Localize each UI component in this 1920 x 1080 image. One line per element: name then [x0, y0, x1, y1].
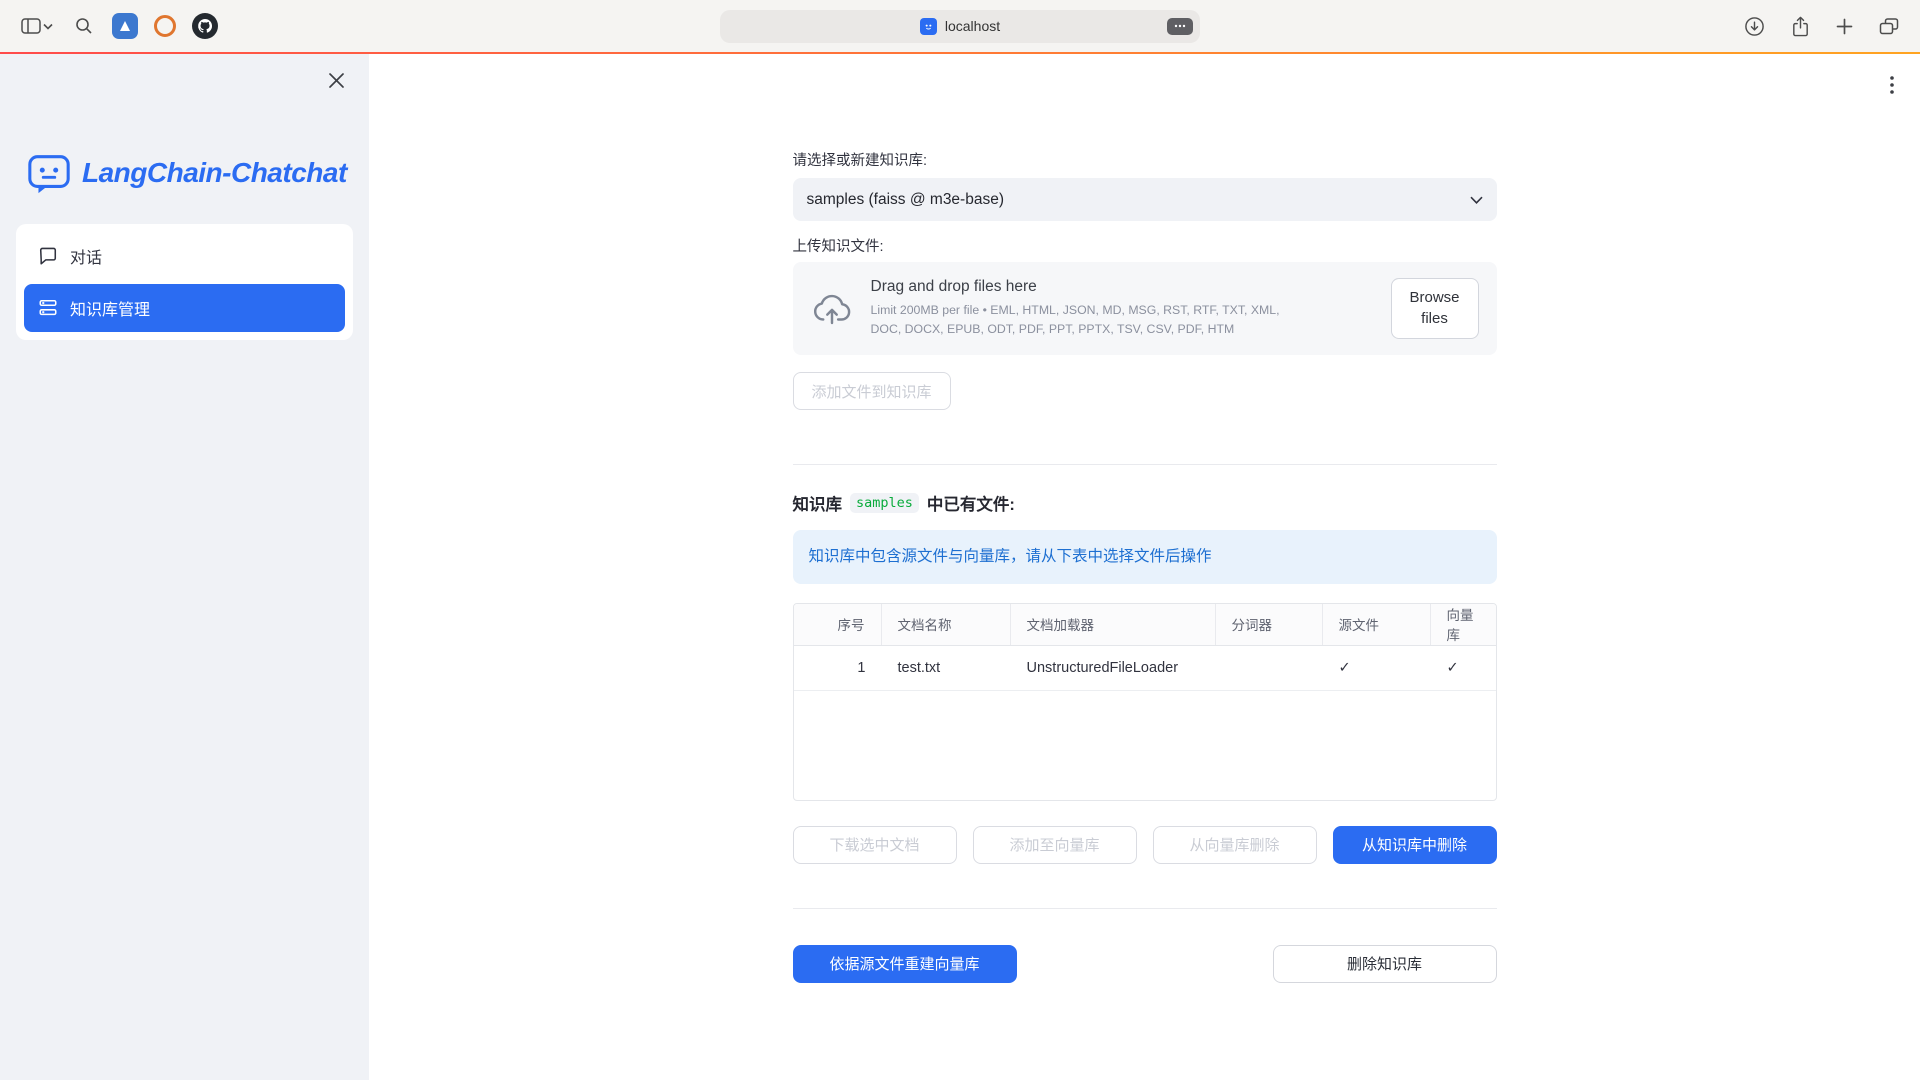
file-uploader-dropzone[interactable]: Drag and drop files here Limit 200MB per…	[793, 262, 1497, 355]
cell-vector-store-check: ✓	[1431, 646, 1496, 690]
extension-orange-icon[interactable]	[154, 15, 176, 37]
kb-selected-value: samples (faiss @ m3e-base)	[807, 191, 1005, 209]
cell-source-file-check: ✓	[1323, 646, 1431, 690]
kb-files-table[interactable]: 序号 文档名称 文档加载器 分词器 源文件 向量库 1 test.txt Uns…	[793, 603, 1497, 801]
cell-index: 1	[794, 646, 882, 690]
delete-kb-button[interactable]: 删除知识库	[1273, 945, 1497, 983]
app-menu-button[interactable]	[1886, 72, 1898, 98]
table-header-source-file[interactable]: 源文件	[1323, 604, 1431, 645]
url-text: localhost	[945, 18, 1000, 34]
divider	[793, 464, 1497, 465]
search-button[interactable]	[72, 14, 96, 38]
file-actions-row: 下载选中文档 添加至向量库 从向量库删除 从知识库中删除	[793, 826, 1497, 864]
delete-from-kb-button[interactable]: 从知识库中删除	[1333, 826, 1497, 864]
browser-toolbar: localhost	[0, 0, 1920, 52]
download-selected-button[interactable]: 下载选中文档	[793, 826, 957, 864]
address-bar[interactable]: localhost	[720, 10, 1200, 43]
uploader-title: Drag and drop files here	[871, 278, 1373, 296]
logo-chat-icon	[26, 150, 72, 196]
nav-item-knowledge-base[interactable]: 知识库管理	[24, 284, 345, 332]
site-favicon	[920, 18, 937, 35]
share-icon	[1791, 16, 1810, 37]
downloads-button[interactable]	[1741, 13, 1768, 40]
divider	[793, 908, 1497, 909]
nav-item-dialogue[interactable]: 对话	[24, 232, 345, 280]
cloud-upload-icon	[811, 288, 853, 330]
logo-text: LangChain-Chatchat	[82, 157, 347, 189]
search-icon	[75, 17, 93, 35]
cell-loader: UnstructuredFileLoader	[1011, 646, 1216, 690]
sidebar: LangChain-Chatchat 对话 知识库管理	[0, 54, 369, 1080]
kb-selectbox[interactable]: samples (faiss @ m3e-base)	[793, 178, 1497, 221]
info-alert: 知识库中包含源文件与向量库，请从下表中选择文件后操作	[793, 530, 1497, 584]
tabs-icon	[1879, 17, 1899, 36]
kb-name-code: samples	[850, 493, 919, 513]
table-header-doc-name[interactable]: 文档名称	[882, 604, 1011, 645]
cell-doc-name: test.txt	[882, 646, 1011, 690]
knowledge-base-icon	[38, 298, 58, 318]
table-header-row: 序号 文档名称 文档加载器 分词器 源文件 向量库	[794, 604, 1496, 646]
remove-from-vector-store-button[interactable]: 从向量库删除	[1153, 826, 1317, 864]
sidebar-nav: 对话 知识库管理	[16, 224, 353, 340]
table-row[interactable]: 1 test.txt UnstructuredFileLoader ✓ ✓	[794, 646, 1496, 691]
chevron-down-icon	[43, 23, 53, 30]
upload-label: 上传知识文件:	[793, 235, 1497, 256]
nav-item-label: 对话	[70, 244, 102, 268]
github-icon[interactable]	[192, 13, 218, 39]
uploader-limit-text: Limit 200MB per file • EML, HTML, JSON, …	[871, 301, 1301, 339]
cell-splitter	[1216, 646, 1323, 690]
sidebar-panel-icon	[21, 18, 41, 34]
kb-heading-prefix: 知识库	[793, 491, 843, 515]
plus-icon	[1836, 18, 1853, 35]
kb-files-heading: 知识库 samples 中已有文件:	[793, 491, 1497, 515]
kb-select-label: 请选择或新建知识库:	[793, 149, 1497, 170]
kb-heading-suffix: 中已有文件:	[927, 491, 1015, 515]
add-files-to-kb-button[interactable]: 添加文件到知识库	[793, 372, 951, 410]
chat-bubble-icon	[38, 246, 58, 266]
sidebar-close-button[interactable]	[324, 68, 349, 93]
main-content: 请选择或新建知识库: samples (faiss @ m3e-base) 上传…	[369, 54, 1920, 1080]
close-icon	[328, 72, 345, 89]
browse-files-button[interactable]: Browse files	[1391, 278, 1479, 339]
kebab-icon	[1890, 76, 1894, 94]
table-header-vector-store[interactable]: 向量库	[1431, 604, 1496, 645]
kb-actions-row: 依据源文件重建向量库 删除知识库	[793, 945, 1497, 983]
page-settings-button[interactable]	[1167, 18, 1193, 35]
nav-item-label: 知识库管理	[70, 296, 150, 320]
table-header-loader[interactable]: 文档加载器	[1011, 604, 1216, 645]
add-to-vector-store-button[interactable]: 添加至向量库	[973, 826, 1137, 864]
download-icon	[1744, 16, 1765, 37]
extension-blue-icon[interactable]	[112, 13, 138, 39]
sidebar-toggle-button[interactable]	[18, 15, 56, 37]
table-header-splitter[interactable]: 分词器	[1216, 604, 1323, 645]
tab-overview-button[interactable]	[1876, 14, 1902, 39]
select-chevron-icon	[1470, 196, 1483, 204]
share-button[interactable]	[1788, 13, 1813, 40]
rebuild-vector-store-button[interactable]: 依据源文件重建向量库	[793, 945, 1017, 983]
app-logo: LangChain-Chatchat	[26, 150, 369, 196]
table-header-index[interactable]: 序号	[794, 604, 882, 645]
new-tab-button[interactable]	[1833, 15, 1856, 38]
